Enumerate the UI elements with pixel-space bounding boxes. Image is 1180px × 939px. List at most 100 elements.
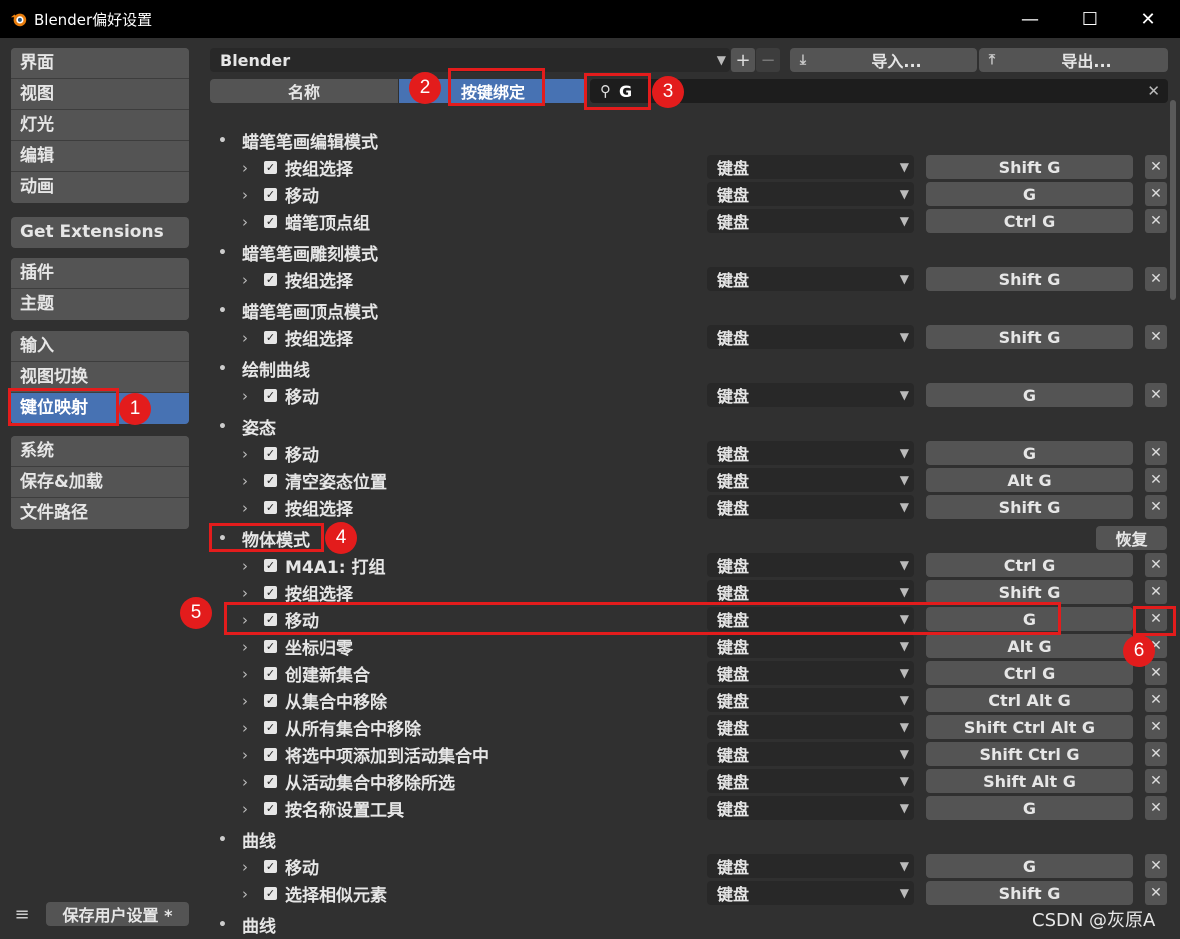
enabled-checkbox[interactable]: ✓ xyxy=(264,474,277,487)
input-type-select[interactable]: 键盘 ▼ xyxy=(707,383,914,407)
enabled-checkbox[interactable]: ✓ xyxy=(264,721,277,734)
input-type-select[interactable]: 键盘 ▼ xyxy=(707,580,914,604)
key-binding-button[interactable]: Shift G xyxy=(926,495,1133,519)
remove-binding-button[interactable]: ✕ xyxy=(1145,383,1167,407)
input-type-select[interactable]: 键盘 ▼ xyxy=(707,688,914,712)
expand-chevron-icon[interactable]: › xyxy=(242,692,264,710)
key-binding-button[interactable]: Ctrl G xyxy=(926,553,1133,577)
input-type-select[interactable]: 键盘 ▼ xyxy=(707,634,914,658)
expand-chevron-icon[interactable]: › xyxy=(242,638,264,656)
expand-chevron-icon[interactable]: › xyxy=(242,387,264,405)
remove-binding-button[interactable]: ✕ xyxy=(1145,441,1167,465)
expand-chevron-icon[interactable]: › xyxy=(242,213,264,231)
import-button[interactable]: ⤓ 导入... xyxy=(790,48,977,72)
restore-button[interactable]: 恢复 xyxy=(1096,526,1167,550)
minimize-button[interactable]: — xyxy=(1007,0,1053,38)
sidebar-item-keymap[interactable]: 键位映射 xyxy=(11,393,189,424)
sidebar-item-system[interactable]: 系统 xyxy=(11,436,189,467)
remove-binding-button[interactable]: ✕ xyxy=(1145,854,1167,878)
expand-chevron-icon[interactable]: › xyxy=(242,800,264,818)
input-type-select[interactable]: 键盘 ▼ xyxy=(707,209,914,233)
input-type-select[interactable]: 键盘 ▼ xyxy=(707,325,914,349)
remove-preset-button[interactable]: − xyxy=(756,48,780,72)
key-binding-button[interactable]: G xyxy=(926,796,1133,820)
expand-chevron-icon[interactable]: › xyxy=(242,611,264,629)
enabled-checkbox[interactable]: ✓ xyxy=(264,667,277,680)
expand-chevron-icon[interactable]: › xyxy=(242,445,264,463)
input-type-select[interactable]: 键盘 ▼ xyxy=(707,607,914,631)
key-binding-button[interactable]: Alt G xyxy=(926,468,1133,492)
hamburger-menu-icon[interactable]: ≡ xyxy=(10,902,34,926)
category-header[interactable]: • 物体模式 xyxy=(210,525,310,552)
close-button[interactable]: ✕ xyxy=(1125,0,1171,38)
remove-binding-button[interactable]: ✕ xyxy=(1145,325,1167,349)
expand-chevron-icon[interactable]: › xyxy=(242,329,264,347)
expand-chevron-icon[interactable]: › xyxy=(242,584,264,602)
enabled-checkbox[interactable]: ✓ xyxy=(264,161,277,174)
sidebar-item-editing[interactable]: 编辑 xyxy=(11,141,189,172)
expand-chevron-icon[interactable]: › xyxy=(242,557,264,575)
expand-chevron-icon[interactable]: › xyxy=(242,271,264,289)
scrollbar[interactable] xyxy=(1170,100,1176,300)
enabled-checkbox[interactable]: ✓ xyxy=(264,389,277,402)
remove-binding-button[interactable]: ✕ xyxy=(1145,267,1167,291)
remove-binding-button[interactable]: ✕ xyxy=(1145,182,1167,206)
sidebar-item-navigation[interactable]: 视图切换 xyxy=(11,362,189,393)
category-header[interactable]: • 蜡笔笔画顶点模式 xyxy=(210,297,378,324)
key-binding-button[interactable]: G xyxy=(926,182,1133,206)
key-binding-button[interactable]: Shift Ctrl G xyxy=(926,742,1133,766)
remove-binding-button[interactable]: ✕ xyxy=(1145,661,1167,685)
expand-chevron-icon[interactable]: › xyxy=(242,472,264,490)
expand-chevron-icon[interactable]: › xyxy=(242,499,264,517)
enabled-checkbox[interactable]: ✓ xyxy=(264,215,277,228)
sidebar-item-animation[interactable]: 动画 xyxy=(11,172,189,203)
remove-binding-button[interactable]: ✕ xyxy=(1145,715,1167,739)
enabled-checkbox[interactable]: ✓ xyxy=(264,748,277,761)
enabled-checkbox[interactable]: ✓ xyxy=(264,447,277,460)
key-binding-button[interactable]: G xyxy=(926,854,1133,878)
export-button[interactable]: ⤒ 导出... xyxy=(979,48,1168,72)
input-type-select[interactable]: 键盘 ▼ xyxy=(707,182,914,206)
expand-chevron-icon[interactable]: › xyxy=(242,746,264,764)
key-binding-button[interactable]: Shift G xyxy=(926,881,1133,905)
input-type-select[interactable]: 键盘 ▼ xyxy=(707,742,914,766)
enabled-checkbox[interactable]: ✓ xyxy=(264,802,277,815)
input-type-select[interactable]: 键盘 ▼ xyxy=(707,881,914,905)
enabled-checkbox[interactable]: ✓ xyxy=(264,694,277,707)
key-binding-button[interactable]: Shift G xyxy=(926,155,1133,179)
category-header[interactable]: • 曲线 xyxy=(210,911,276,938)
expand-chevron-icon[interactable]: › xyxy=(242,858,264,876)
save-preferences-button[interactable]: 保存用户设置 * xyxy=(46,902,189,926)
remove-binding-button[interactable]: ✕ xyxy=(1145,209,1167,233)
key-binding-button[interactable]: G xyxy=(926,607,1133,631)
key-binding-button[interactable]: Shift Alt G xyxy=(926,769,1133,793)
tab-search-by-name[interactable]: 名称 xyxy=(210,79,398,103)
sidebar-item-file-paths[interactable]: 文件路径 xyxy=(11,498,189,529)
enabled-checkbox[interactable]: ✓ xyxy=(264,331,277,344)
enabled-checkbox[interactable]: ✓ xyxy=(264,640,277,653)
remove-binding-button[interactable]: ✕ xyxy=(1145,769,1167,793)
expand-chevron-icon[interactable]: › xyxy=(242,186,264,204)
key-binding-button[interactable]: Ctrl G xyxy=(926,661,1133,685)
input-type-select[interactable]: 键盘 ▼ xyxy=(707,553,914,577)
key-binding-button[interactable]: Shift Ctrl Alt G xyxy=(926,715,1133,739)
enabled-checkbox[interactable]: ✓ xyxy=(264,188,277,201)
enabled-checkbox[interactable]: ✓ xyxy=(264,586,277,599)
category-header[interactable]: • 曲线 xyxy=(210,826,276,853)
input-type-select[interactable]: 键盘 ▼ xyxy=(707,715,914,739)
enabled-checkbox[interactable]: ✓ xyxy=(264,775,277,788)
sidebar-item-get-extensions[interactable]: Get Extensions xyxy=(11,217,189,248)
category-header[interactable]: • 蜡笔笔画雕刻模式 xyxy=(210,239,378,266)
category-header[interactable]: • 绘制曲线 xyxy=(210,355,310,382)
input-type-select[interactable]: 键盘 ▼ xyxy=(707,854,914,878)
clear-search-icon[interactable]: ✕ xyxy=(1147,82,1160,100)
remove-binding-button[interactable]: ✕ xyxy=(1145,553,1167,577)
maximize-button[interactable]: ☐ xyxy=(1067,0,1113,38)
key-binding-button[interactable]: G xyxy=(926,383,1133,407)
input-type-select[interactable]: 键盘 ▼ xyxy=(707,441,914,465)
sidebar-item-interface[interactable]: 界面 xyxy=(11,48,189,79)
key-binding-button[interactable]: Shift G xyxy=(926,325,1133,349)
expand-chevron-icon[interactable]: › xyxy=(242,665,264,683)
remove-binding-button[interactable]: ✕ xyxy=(1145,468,1167,492)
input-type-select[interactable]: 键盘 ▼ xyxy=(707,495,914,519)
